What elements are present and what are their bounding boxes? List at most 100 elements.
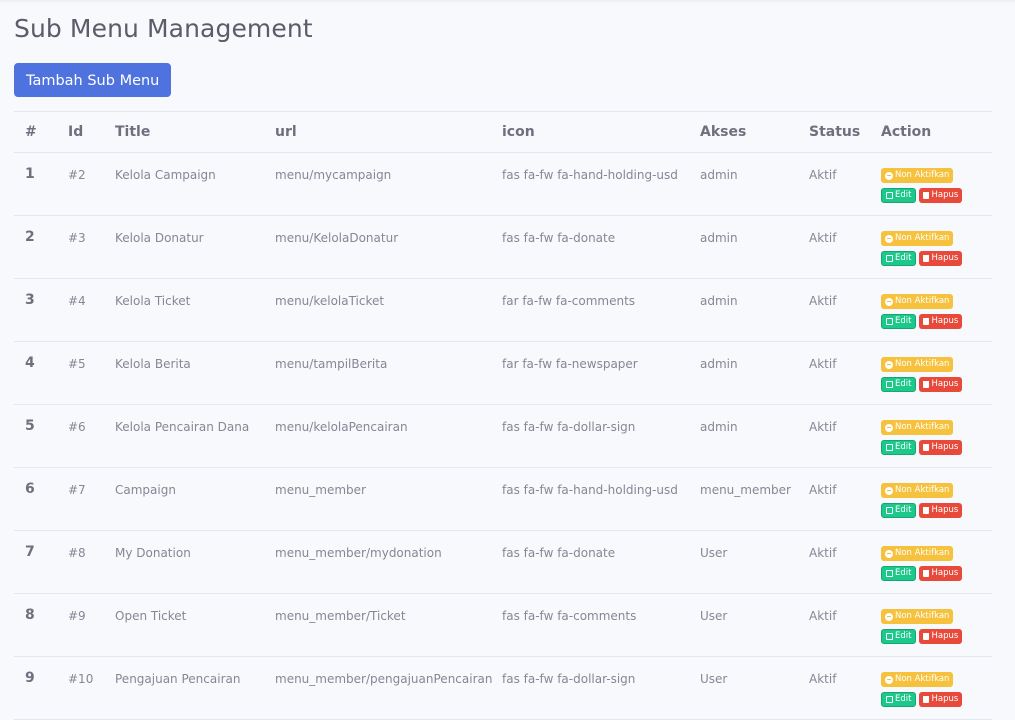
trash-icon: [923, 381, 930, 388]
deactivate-button[interactable]: Non Aktifkan: [881, 420, 954, 435]
row-title: Kelola Berita: [115, 341, 275, 405]
row-status: Aktif: [809, 278, 881, 342]
row-icon-class: fas fa-fw fa-dollar-sign: [502, 656, 700, 720]
table-header-row: # Id Title url icon Akses Status Action: [14, 111, 992, 153]
page-content: Sub Menu Management Tambah Sub Menu # Id…: [14, 0, 992, 720]
add-sub-menu-button[interactable]: Tambah Sub Menu: [14, 63, 172, 97]
row-id: #4: [68, 278, 115, 342]
trash-icon: [923, 570, 930, 577]
submenu-table: # Id Title url icon Akses Status Action …: [14, 111, 992, 720]
row-id: #10: [68, 656, 115, 720]
row-number: 5: [14, 404, 68, 468]
table-row: 1 #2 Kelola Campaign menu/mycampaign fas fa-…: [14, 152, 992, 216]
delete-button[interactable]: Hapus: [919, 566, 963, 581]
deactivate-label: Non Aktifkan: [895, 548, 950, 558]
minus-circle-icon: [885, 234, 893, 243]
deactivate-button[interactable]: Non Aktifkan: [881, 483, 954, 498]
row-id: #2: [68, 152, 115, 216]
edit-button[interactable]: Edit: [881, 692, 917, 707]
row-akses: admin: [700, 278, 809, 342]
delete-button[interactable]: Hapus: [919, 188, 963, 203]
minus-circle-icon: [885, 360, 893, 369]
row-url: menu/kelolaTicket: [275, 278, 502, 342]
row-status: Aktif: [809, 593, 881, 657]
edit-label: Edit: [895, 379, 912, 389]
edit-button[interactable]: Edit: [881, 251, 917, 266]
delete-button[interactable]: Hapus: [919, 503, 963, 518]
deactivate-label: Non Aktifkan: [895, 170, 950, 180]
edit-button[interactable]: Edit: [881, 377, 917, 392]
deactivate-button[interactable]: Non Aktifkan: [881, 609, 954, 624]
deactivate-button[interactable]: Non Aktifkan: [881, 231, 954, 246]
row-url: menu/tampilBerita: [275, 341, 502, 405]
row-number: 8: [14, 593, 68, 657]
table-row: 9 #10 Pengajuan Pencairan menu_member/penga…: [14, 656, 992, 720]
edit-button[interactable]: Edit: [881, 188, 917, 203]
edit-icon: [886, 570, 893, 577]
deactivate-button[interactable]: Non Aktifkan: [881, 546, 954, 561]
row-title: Kelola Pencairan Dana: [115, 404, 275, 468]
row-number: 7: [14, 530, 68, 594]
trash-icon: [923, 255, 930, 262]
edit-button[interactable]: Edit: [881, 314, 917, 329]
row-actions: Non Aktifkan Edit Hapus: [881, 404, 992, 468]
delete-button[interactable]: Hapus: [919, 377, 963, 392]
row-actions: Non Aktifkan Edit Hapus: [881, 593, 992, 657]
delete-button[interactable]: Hapus: [919, 629, 963, 644]
row-icon-class: fas fa-fw fa-donate: [502, 215, 700, 279]
page-title: Sub Menu Management: [14, 14, 313, 43]
deactivate-button[interactable]: Non Aktifkan: [881, 357, 954, 372]
deactivate-button[interactable]: Non Aktifkan: [881, 672, 954, 687]
edit-button[interactable]: Edit: [881, 503, 917, 518]
delete-label: Hapus: [931, 568, 959, 578]
row-status: Aktif: [809, 530, 881, 594]
row-status: Aktif: [809, 656, 881, 720]
row-actions: Non Aktifkan Edit Hapus: [881, 278, 992, 342]
row-number: 4: [14, 341, 68, 405]
row-status: Aktif: [809, 341, 881, 405]
delete-button[interactable]: Hapus: [919, 440, 963, 455]
edit-icon: [886, 696, 893, 703]
row-actions: Non Aktifkan Edit Hapus: [881, 467, 992, 531]
edit-label: Edit: [895, 505, 912, 515]
row-id: #3: [68, 215, 115, 279]
edit-label: Edit: [895, 442, 912, 452]
edit-button[interactable]: Edit: [881, 440, 917, 455]
row-akses: admin: [700, 152, 809, 216]
row-status: Aktif: [809, 215, 881, 279]
row-akses: User: [700, 656, 809, 720]
trash-icon: [923, 696, 930, 703]
row-id: #9: [68, 593, 115, 657]
deactivate-button[interactable]: Non Aktifkan: [881, 168, 954, 183]
deactivate-label: Non Aktifkan: [895, 296, 950, 306]
column-header-action: Action: [881, 111, 992, 153]
edit-label: Edit: [895, 190, 912, 200]
minus-circle-icon: [885, 549, 893, 558]
delete-label: Hapus: [931, 190, 959, 200]
row-actions: Non Aktifkan Edit Hapus: [881, 656, 992, 720]
row-title: Kelola Campaign: [115, 152, 275, 216]
delete-label: Hapus: [931, 442, 959, 452]
minus-circle-icon: [885, 612, 893, 621]
row-akses: User: [700, 530, 809, 594]
row-url: menu/KelolaDonatur: [275, 215, 502, 279]
row-number: 6: [14, 467, 68, 531]
row-akses: admin: [700, 341, 809, 405]
column-header-icon: icon: [502, 111, 700, 153]
table-row: 8 #9 Open Ticket menu_member/Ticket fas fa-f…: [14, 593, 992, 657]
edit-button[interactable]: Edit: [881, 629, 917, 644]
delete-button[interactable]: Hapus: [919, 314, 963, 329]
row-icon-class: fas fa-fw fa-donate: [502, 530, 700, 594]
delete-label: Hapus: [931, 316, 959, 326]
delete-button[interactable]: Hapus: [919, 251, 963, 266]
deactivate-label: Non Aktifkan: [895, 422, 950, 432]
edit-icon: [886, 444, 893, 451]
column-header-number: #: [14, 111, 68, 153]
delete-button[interactable]: Hapus: [919, 692, 963, 707]
row-actions: Non Aktifkan Edit Hapus: [881, 341, 992, 405]
edit-button[interactable]: Edit: [881, 566, 917, 581]
edit-icon: [886, 318, 893, 325]
minus-circle-icon: [885, 297, 893, 306]
edit-icon: [886, 633, 893, 640]
deactivate-button[interactable]: Non Aktifkan: [881, 294, 954, 309]
